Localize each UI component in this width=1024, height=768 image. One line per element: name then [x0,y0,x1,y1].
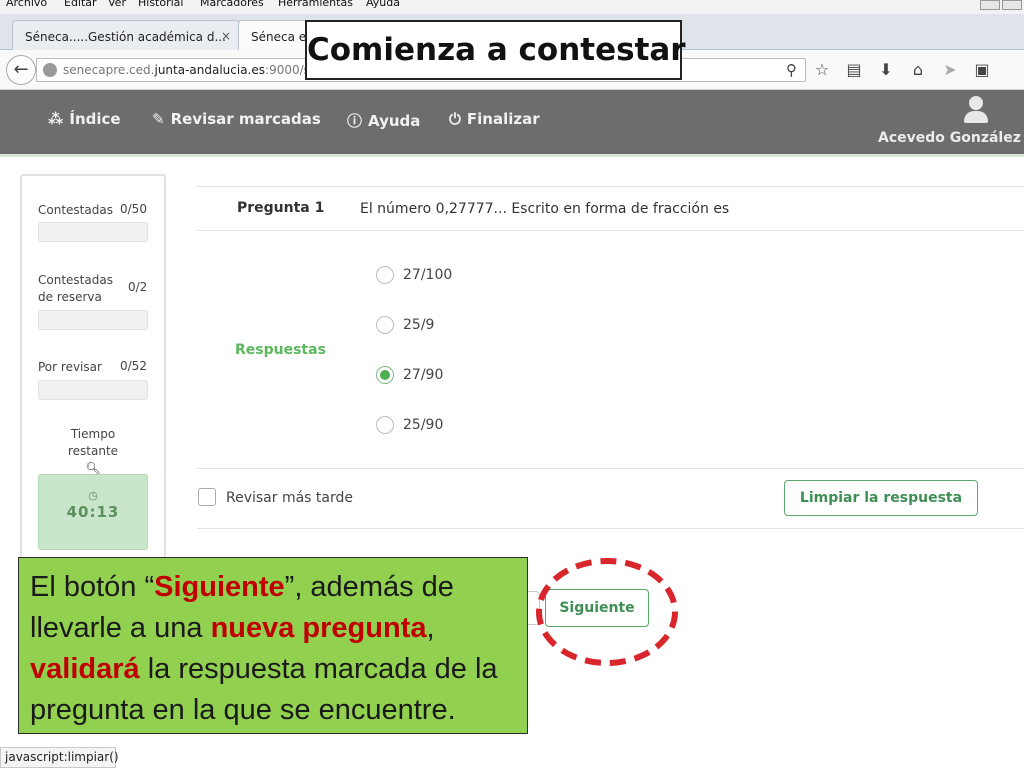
question-number: Pregunta 1 [237,200,325,216]
note-highlight-siguiente: Siguiente [154,571,285,603]
annotation-title: Comienza a contestar [305,20,686,80]
close-tab-icon[interactable]: × [221,29,231,43]
clear-answer-button[interactable]: Limpiar la respuesta [784,480,978,516]
menu-ayuda[interactable]: Ayuda [366,0,400,9]
tab-label: Séneca ex [251,30,314,44]
reserve-count: 0/2 [128,280,148,294]
time-remaining-label: Tiempo restante [67,427,119,458]
tab-label: Séneca.....Gestión académica d... [25,30,226,44]
timer-value: 40:13 [66,503,120,521]
power-icon: ⏻ [449,110,461,128]
nav-indice-label: Índice [69,110,121,128]
user-name: Acevedo González [878,130,1021,146]
status-bar: javascript:limpiar() [0,747,119,768]
answer-option-text: 27/100 [403,267,453,283]
search-icon[interactable]: ⚲ [786,61,797,79]
arrow-left-icon: ← [13,59,29,80]
home-icon[interactable]: ⌂ [908,60,928,80]
menu-ver[interactable]: Ver [108,0,126,9]
review-label: Por revisar [38,360,102,374]
toolbar-icons: ☆ ▤ ⬇ ⌂ ➤ ▣ [812,60,992,80]
nav-revisar-label: Revisar marcadas [170,110,321,128]
window-controls [980,0,1022,12]
divider [197,230,1024,231]
menu-marcadores[interactable]: Marcadores [200,0,264,9]
review-progress-bar [38,380,148,400]
annotation-note: El botón “Siguiente”, además de llevarle… [18,557,528,734]
note-highlight-validara: validará [30,653,140,685]
radio-button[interactable] [376,266,394,284]
reading-list-icon[interactable]: ▤ [844,60,864,80]
nav-finalizar-label: Finalizar [466,110,540,128]
nav-ayuda[interactable]: ⓘ Ayuda [347,110,420,131]
sitemap-icon: ⁂ [48,110,64,128]
send-icon[interactable]: ➤ [940,60,960,80]
reserve-progress-bar [38,310,148,330]
minimize-button[interactable] [980,0,1000,10]
back-button[interactable]: ← [6,55,36,85]
pencil-icon: ✎ [152,110,165,128]
radio-button-selected[interactable] [376,366,394,384]
progress-sidebar: Contestadas 0/50 Contestadas de reserva 0… [20,174,166,564]
header-divider [0,154,1024,157]
clock-icon: ◷ [88,489,98,502]
radio-button[interactable] [376,316,394,334]
maximize-button[interactable] [1002,0,1022,10]
menu-herramientas[interactable]: Herramientas [278,0,353,9]
menu-editar[interactable]: Editar [64,0,97,9]
info-icon: ⓘ [347,112,363,130]
zoom-icon[interactable]: 🔍︎ [22,461,164,475]
answered-label: Contestadas [38,203,113,217]
globe-icon [43,63,57,77]
review-later-checkbox[interactable] [198,488,216,506]
browser-menubar: Archivo Editar Ver Historial Marcadores … [0,0,1024,14]
nav-indice[interactable]: ⁂ Índice [48,110,121,128]
answer-option-text: 25/9 [403,317,435,333]
bookmark-star-icon[interactable]: ☆ [812,60,832,80]
divider [197,186,1024,187]
answered-progress-bar [38,222,148,242]
menu-historial[interactable]: Historial [138,0,183,9]
answer-option-text: 27/90 [403,367,444,383]
review-later-label: Revisar más tarde [226,490,354,506]
timer-box: ◷ 40:13 [38,474,148,550]
note-highlight-nueva-pregunta: nueva pregunta [210,612,427,644]
nav-ayuda-label: Ayuda [368,112,421,130]
answered-count: 0/50 [120,202,147,216]
app-header: ⁂ Índice ✎ Revisar marcadas ⓘ Ayuda ⏻ Finali… [0,90,1024,154]
highlight-ring [536,558,678,666]
nav-revisar-marcadas[interactable]: ✎ Revisar marcadas [152,110,321,128]
question-text: El número 0,27777... Escrito en forma de… [360,201,730,217]
menu-archivo[interactable]: Archivo [6,0,47,9]
tab-seneca-gestion[interactable]: Séneca.....Gestión académica d... × [12,20,240,50]
download-icon[interactable]: ⬇ [876,60,896,80]
url-text: senecapre.ced.junta-andalucia.es:9000/se… [63,63,325,77]
divider [197,528,1024,529]
review-count: 0/52 [120,359,147,373]
answers-label: Respuestas [235,342,326,358]
divider [197,468,1024,469]
answer-option-text: 25/90 [403,417,444,433]
screenshot-icon[interactable]: ▣ [972,60,992,80]
reserve-label: Contestadas de reserva [38,273,113,304]
radio-button[interactable] [376,416,394,434]
user-avatar-icon[interactable] [962,96,990,124]
nav-finalizar[interactable]: ⏻ Finalizar [449,110,540,128]
